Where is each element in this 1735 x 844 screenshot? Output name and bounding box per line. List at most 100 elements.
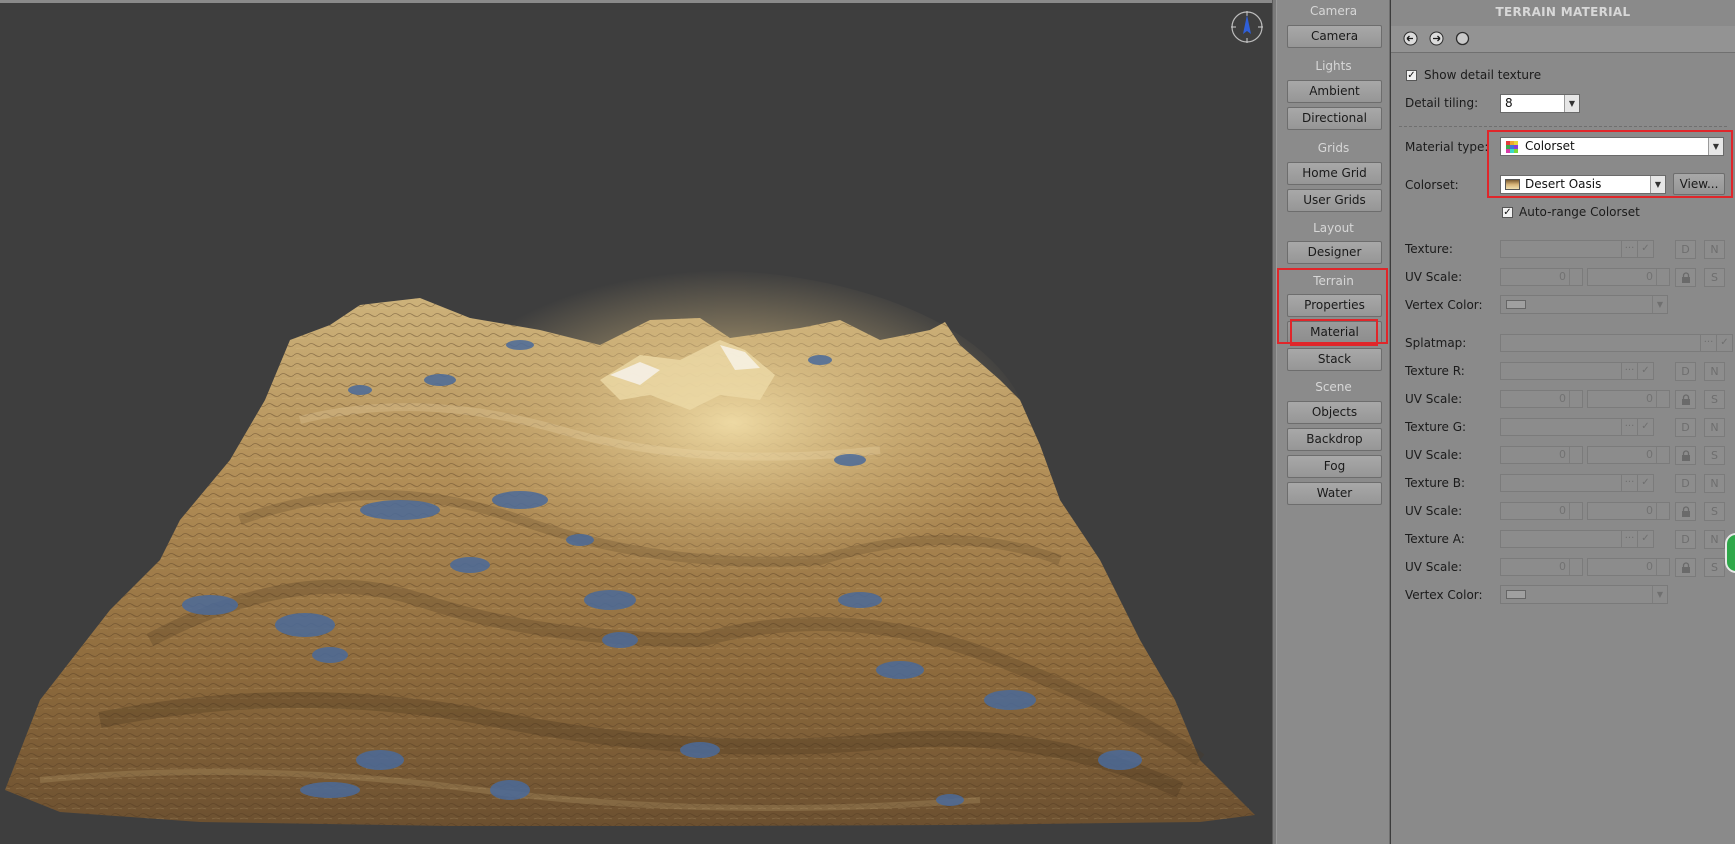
uv-scale-v-spinner[interactable]: 0: [1587, 268, 1670, 286]
texture-n-button[interactable]: N: [1704, 240, 1725, 259]
vertex-color-swatch: [1506, 300, 1526, 309]
vertex-color-label: Vertex Color:: [1405, 298, 1483, 312]
texture-field[interactable]: ··· ✓: [1500, 240, 1654, 258]
texture-b-n-button[interactable]: N: [1704, 474, 1725, 493]
browse-dots-icon[interactable]: ···: [1621, 363, 1637, 379]
texture-a-d-button[interactable]: D: [1675, 530, 1696, 549]
texture-a-n-button[interactable]: N: [1704, 530, 1725, 549]
texture-b-field[interactable]: ··· ✓: [1500, 474, 1654, 492]
apply-check-icon[interactable]: ✓: [1637, 475, 1653, 491]
panel-toolbar: [1391, 26, 1735, 53]
vertex-color-bottom-combo[interactable]: ▼: [1500, 585, 1668, 604]
nav-group-lights: Lights: [1315, 59, 1352, 73]
section-divider: [1399, 126, 1727, 127]
preview-sphere-icon[interactable]: [1455, 31, 1470, 46]
apply-check-icon[interactable]: ✓: [1637, 531, 1653, 547]
texture-r-d-button[interactable]: D: [1675, 362, 1696, 381]
vertex-color-swatch: [1506, 590, 1526, 599]
apply-check-icon[interactable]: ✓: [1637, 241, 1653, 257]
material-type-label: Material type:: [1405, 140, 1489, 154]
nav-water-button[interactable]: Water: [1287, 482, 1382, 505]
detail-tiling-value: 8: [1505, 96, 1513, 110]
import-icon[interactable]: [1403, 31, 1418, 46]
uv-g-lock-button[interactable]: [1675, 446, 1696, 465]
uv-scale-r-label: UV Scale:: [1405, 392, 1463, 406]
uv-b-lock-button[interactable]: [1675, 502, 1696, 521]
uv-lock-button[interactable]: [1675, 268, 1696, 287]
chevron-down-icon[interactable]: ▼: [1652, 586, 1667, 603]
export-icon[interactable]: [1429, 31, 1444, 46]
apply-check-icon[interactable]: ✓: [1637, 363, 1653, 379]
browse-dots-icon[interactable]: ···: [1621, 241, 1637, 257]
uv-scale-a-u-spinner[interactable]: 0: [1500, 558, 1583, 576]
nav-home-grid-button[interactable]: Home Grid: [1287, 162, 1382, 185]
floating-help-button[interactable]: [1725, 533, 1735, 573]
uv-s-button[interactable]: S: [1704, 268, 1725, 287]
material-type-highlight: [1487, 130, 1733, 198]
chevron-down-icon[interactable]: ▼: [1652, 296, 1667, 313]
texture-g-d-button[interactable]: D: [1675, 418, 1696, 437]
texture-b-label: Texture B:: [1405, 476, 1466, 490]
terrain-landmass: [5, 270, 1255, 826]
texture-g-n-button[interactable]: N: [1704, 418, 1725, 437]
nav-fog-button[interactable]: Fog: [1287, 455, 1382, 478]
lock-icon: [1681, 394, 1690, 405]
browse-dots-icon[interactable]: ···: [1621, 475, 1637, 491]
chevron-down-icon[interactable]: ▼: [1564, 95, 1579, 112]
lock-icon: [1681, 506, 1690, 517]
terrain-render[interactable]: [0, 0, 1272, 844]
texture-a-field[interactable]: ··· ✓: [1500, 530, 1654, 548]
lock-icon: [1681, 562, 1690, 573]
3d-viewport[interactable]: [0, 0, 1272, 844]
nav-directional-button[interactable]: Directional: [1287, 107, 1382, 130]
show-detail-texture-label: Show detail texture: [1424, 68, 1542, 82]
nav-stack-button[interactable]: Stack: [1287, 348, 1382, 371]
apply-check-icon[interactable]: ✓: [1716, 335, 1732, 351]
compass-icon[interactable]: [1230, 10, 1264, 44]
nav-group-camera: Camera: [1309, 4, 1358, 18]
uv-scale-g-u-spinner[interactable]: 0: [1500, 446, 1583, 464]
browse-dots-icon[interactable]: ···: [1621, 531, 1637, 547]
nav-camera-button[interactable]: Camera: [1287, 25, 1382, 48]
uv-r-s-button[interactable]: S: [1704, 390, 1725, 409]
uv-b-s-button[interactable]: S: [1704, 502, 1725, 521]
uv-r-lock-button[interactable]: [1675, 390, 1696, 409]
nav-user-grids-button[interactable]: User Grids: [1287, 189, 1382, 212]
texture-g-field[interactable]: ··· ✓: [1500, 418, 1654, 436]
lock-icon: [1681, 450, 1690, 461]
nav-ambient-button[interactable]: Ambient: [1287, 80, 1382, 103]
texture-r-field[interactable]: ··· ✓: [1500, 362, 1654, 380]
auto-range-colorset-label: Auto-range Colorset: [1519, 205, 1640, 219]
vertex-color-combo[interactable]: ▼: [1500, 295, 1668, 314]
material-button-highlight: [1290, 319, 1378, 346]
detail-tiling-combo[interactable]: 8 ▼: [1500, 94, 1580, 113]
texture-r-n-button[interactable]: N: [1704, 362, 1725, 381]
uv-scale-g-v-spinner[interactable]: 0: [1587, 446, 1670, 464]
nav-designer-button[interactable]: Designer: [1287, 241, 1382, 264]
uv-scale-u-spinner[interactable]: 0: [1500, 268, 1583, 286]
uv-scale-r-u-spinner[interactable]: 0: [1500, 390, 1583, 408]
panel-title: TERRAIN MATERIAL: [1495, 5, 1631, 19]
texture-g-label: Texture G:: [1405, 420, 1467, 434]
uv-scale-b-label: UV Scale:: [1405, 504, 1463, 518]
uv-scale-a-label: UV Scale:: [1405, 560, 1463, 574]
uv-scale-a-v-spinner[interactable]: 0: [1587, 558, 1670, 576]
uv-scale-g-label: UV Scale:: [1405, 448, 1463, 462]
uv-a-lock-button[interactable]: [1675, 558, 1696, 577]
apply-check-icon[interactable]: ✓: [1637, 419, 1653, 435]
browse-dots-icon[interactable]: ···: [1621, 419, 1637, 435]
auto-range-colorset-checkbox[interactable]: ✓: [1502, 207, 1513, 218]
uv-scale-b-v-spinner[interactable]: 0: [1587, 502, 1670, 520]
splatmap-field[interactable]: ··· ✓: [1500, 334, 1733, 352]
texture-b-d-button[interactable]: D: [1675, 474, 1696, 493]
nav-objects-button[interactable]: Objects: [1287, 401, 1382, 424]
uv-scale-b-u-spinner[interactable]: 0: [1500, 502, 1583, 520]
nav-backdrop-button[interactable]: Backdrop: [1287, 428, 1382, 451]
uv-a-s-button[interactable]: S: [1704, 558, 1725, 577]
browse-dots-icon[interactable]: ···: [1700, 335, 1716, 351]
uv-scale-r-v-spinner[interactable]: 0: [1587, 390, 1670, 408]
splatmap-label: Splatmap:: [1405, 336, 1467, 350]
texture-d-button[interactable]: D: [1675, 240, 1696, 259]
uv-g-s-button[interactable]: S: [1704, 446, 1725, 465]
show-detail-texture-checkbox[interactable]: ✓: [1406, 70, 1417, 81]
